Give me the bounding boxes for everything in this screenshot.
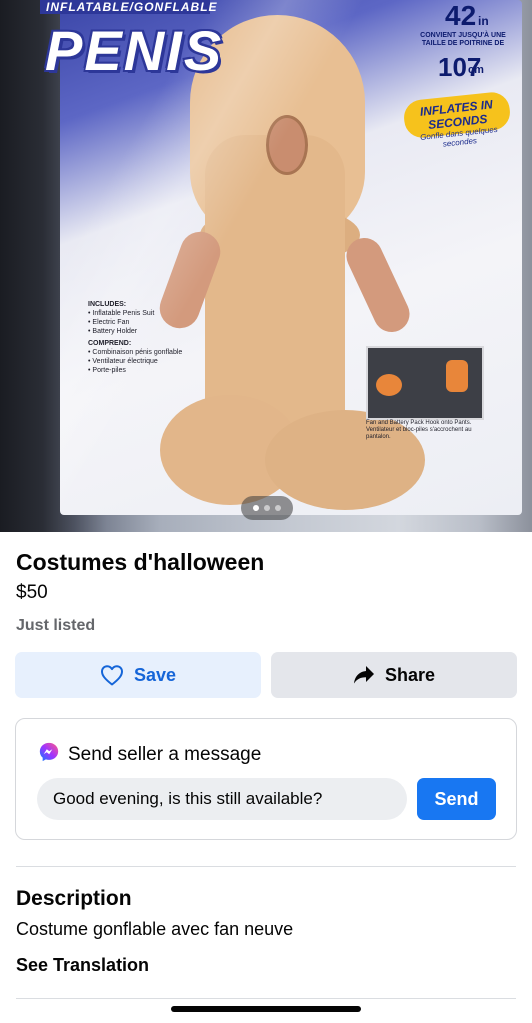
includes-item: • Electric Fan [88,319,130,326]
message-input[interactable]: Good evening, is this still available? [37,778,407,820]
comprend-item: • Porte-piles [88,367,126,374]
pager-dot[interactable] [264,505,270,511]
package-brand: PENIS [45,19,224,82]
size-number: 42 [445,0,477,31]
battery-pack-image [446,360,468,392]
includes-item: • Battery Holder [88,328,138,335]
comprend-item: • Combinaison pénis gonflable [88,349,183,356]
home-indicator[interactable] [171,1006,361,1012]
listing-photo[interactable]: INFLATABLE/GONFLABLE PENIS 42 in CONVIEN… [0,0,532,532]
share-button[interactable]: Share [271,652,517,698]
fan-battery-inset [366,346,484,420]
size-note: CONVIENT JUSQU'À UNE TAILLE DE POITRINE … [420,32,506,47]
send-button[interactable]: Send [417,778,496,820]
size-unit: in [478,14,489,28]
comprend-header: COMPREND: [88,340,132,347]
listing-price: $50 [16,582,48,603]
comprend-item: • Ventilateur électrique [88,358,158,365]
package-banner: INFLATABLE/GONFLABLE [40,0,217,14]
description-header: Description [16,887,132,910]
includes-item: • Inflatable Penis Suit [88,310,155,317]
section-divider [16,866,516,867]
heart-outline-icon [100,665,123,686]
message-seller-card: Send seller a message Good evening, is t… [15,718,517,840]
see-translation-link[interactable]: See Translation [16,955,149,976]
listing-status: Just listed [16,617,96,634]
photo-pager[interactable] [241,496,293,520]
share-label: Share [384,664,436,685]
message-card-title: Send seller a message [68,744,262,765]
description-body: Costume gonflable avec fan neuve [16,919,294,939]
save-button[interactable]: Save [15,652,261,698]
size-cm-unit: cm [468,64,484,76]
pager-dot[interactable] [253,505,259,511]
listing-title: Costumes d'halloween [16,549,265,575]
save-label: Save [133,664,177,685]
fan-image [376,374,402,396]
share-arrow-icon [353,666,374,684]
messenger-icon [39,742,59,762]
includes-list: INCLUDES: • Inflatable Penis Suit • Elec… [88,300,188,375]
section-divider [16,998,516,999]
includes-header: INCLUDES: [88,301,127,308]
inset-caption: Fan and Battery Pack Hook onto Pants. Ve… [366,420,472,440]
pager-dot[interactable] [275,505,281,511]
